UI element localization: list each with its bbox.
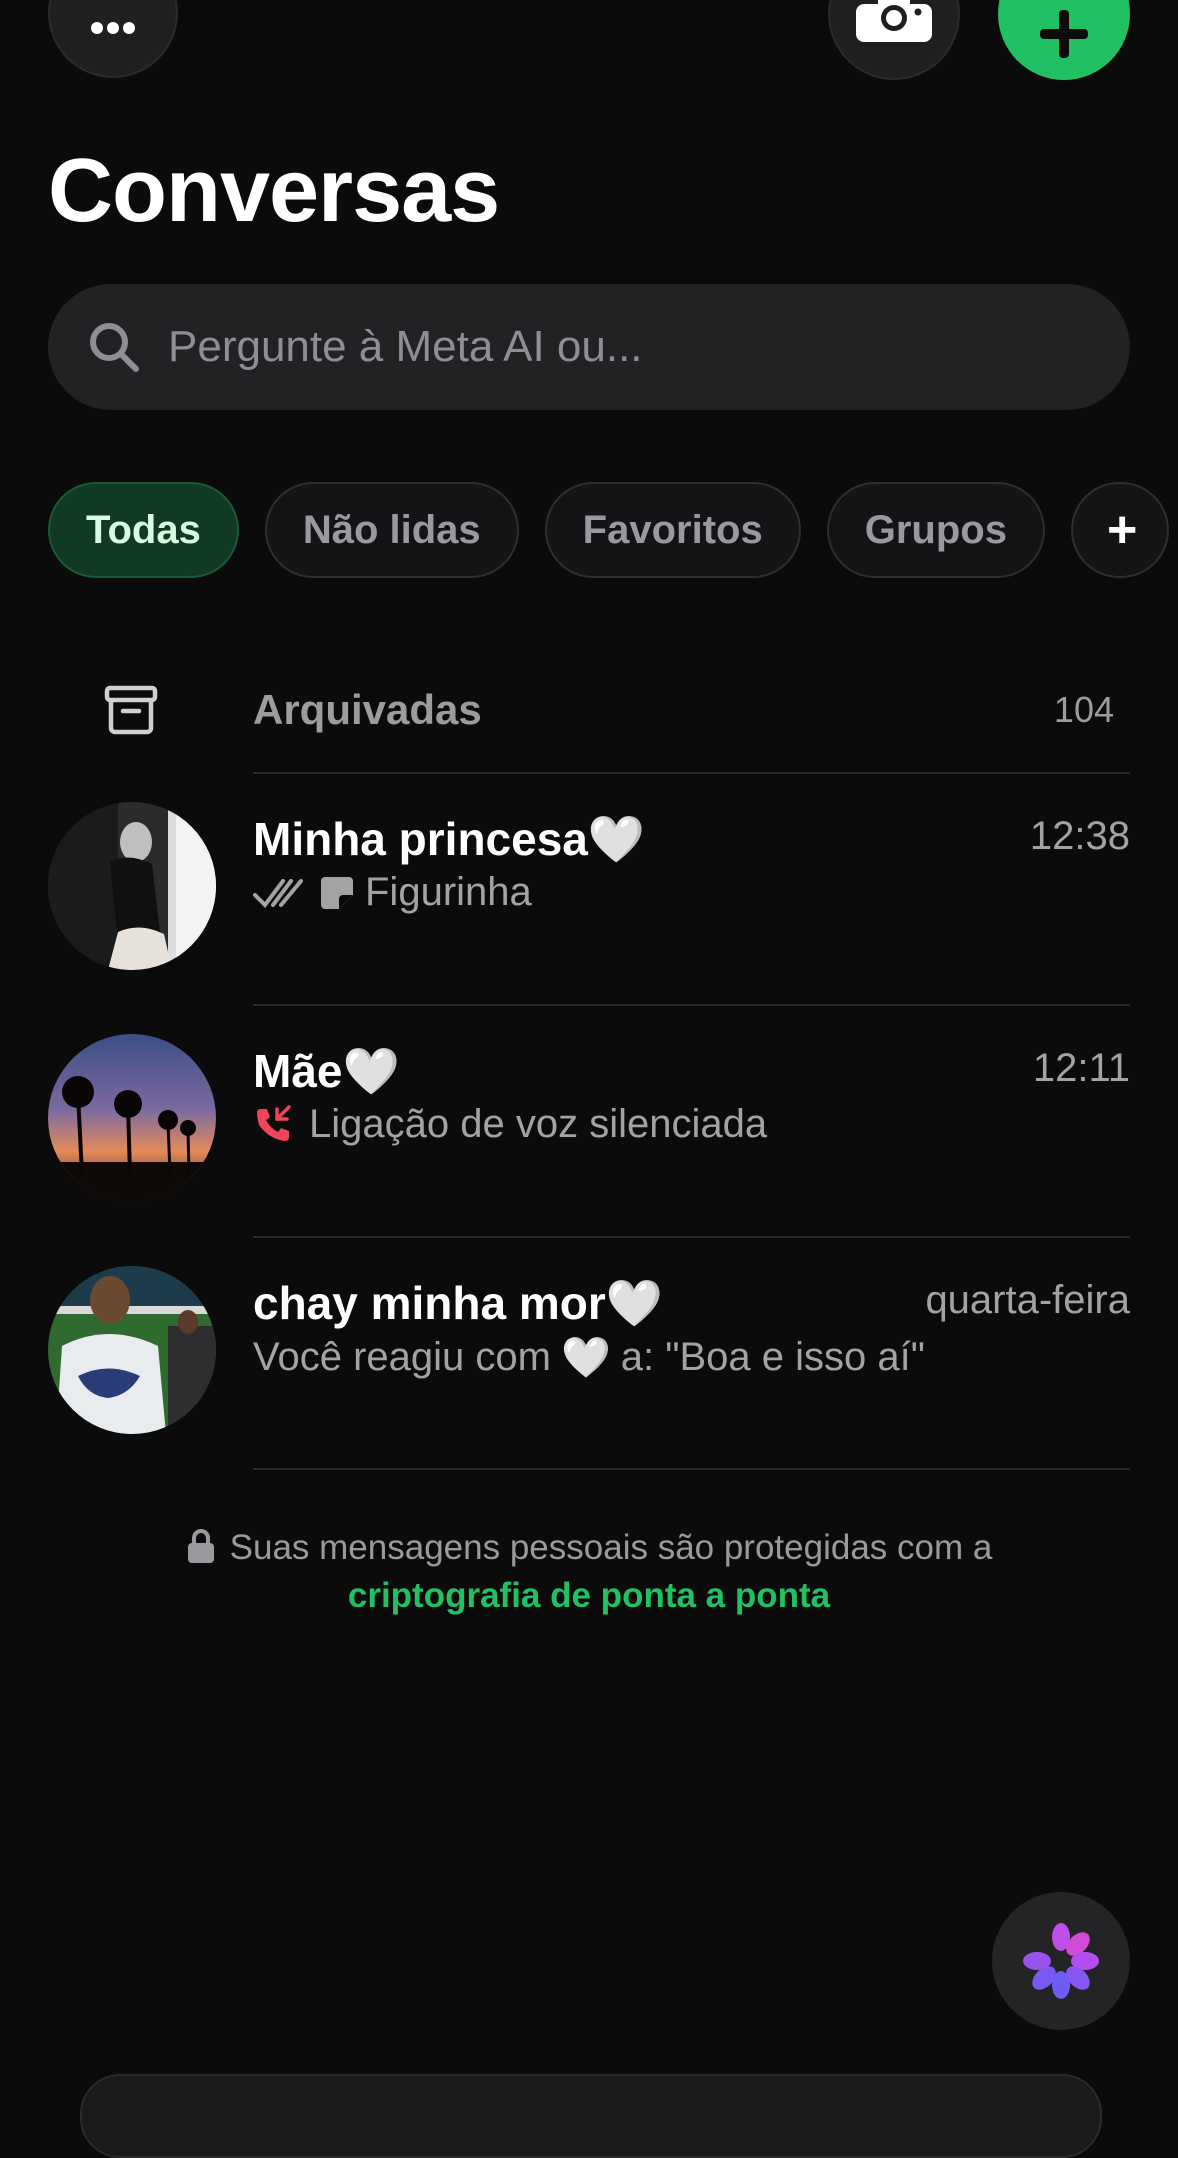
double-check-icon [253,878,303,908]
chat-preview: Ligação de voz silenciada [253,1102,767,1147]
filter-unread[interactable]: Não lidas [264,482,519,578]
menu-button[interactable] [48,0,178,78]
chat-preview: Figurinha [253,870,532,915]
chat-time: 12:38 [1029,814,1130,858]
chat-row[interactable]: chay minha mor🤍 quarta-feira Você reagiu… [48,1266,1130,1446]
missed-call-icon [257,1104,291,1141]
chat-preview: Você reagiu com 🤍 a: "Boa e isso aí" [253,1335,925,1380]
search-input[interactable] [166,321,1070,373]
plus-icon [1040,10,1088,58]
lock-icon [187,1529,214,1563]
archived-row[interactable]: Arquivadas 104 [48,660,1130,760]
avatar [48,802,216,970]
archived-label: Arquivadas [253,686,482,733]
search-icon [90,323,139,372]
archived-count: 104 [1053,689,1114,730]
avatar [48,1266,216,1434]
chat-time: 12:11 [1032,1046,1130,1090]
archive-icon [104,685,158,735]
chat-time: quarta-feira [925,1278,1130,1322]
filter-groups[interactable]: Grupos [826,482,1045,578]
search-bar[interactable] [48,284,1130,410]
divider [253,1468,1130,1470]
filter-all[interactable]: Todas [48,482,239,578]
page-title: Conversas [48,141,500,241]
filter-add[interactable]: + [1070,482,1170,578]
divider [253,772,1130,774]
bottom-tab-bar[interactable] [80,2074,1102,2158]
encryption-link[interactable]: criptografia de ponta a ponta [0,1572,1178,1620]
filter-tabs: Todas Não lidas Favoritos Grupos + [48,482,1170,578]
meta-ai-button[interactable] [992,1892,1130,2030]
new-chat-button[interactable] [998,0,1130,80]
chat-row[interactable]: Mãe🤍 12:11 Ligação de voz silenciada [48,1034,1130,1214]
more-horizontal-icon [91,22,135,34]
avatar [48,1034,216,1202]
chat-name: Mãe🤍 [253,1045,400,1097]
divider [253,1004,1130,1006]
camera-button[interactable] [828,0,960,80]
encryption-notice: Suas mensagens pessoais são protegidas c… [0,1524,1178,1620]
chat-name: chay minha mor🤍 [253,1277,664,1329]
chat-name: Minha princesa🤍 [253,813,646,865]
sticker-icon [321,876,353,909]
meta-ai-icon [1023,1923,1099,1999]
chat-row[interactable]: Minha princesa🤍 12:38 Figurinha [48,802,1130,982]
camera-icon [856,0,932,42]
filter-favorites[interactable]: Favoritos [544,482,801,578]
divider [253,1236,1130,1238]
